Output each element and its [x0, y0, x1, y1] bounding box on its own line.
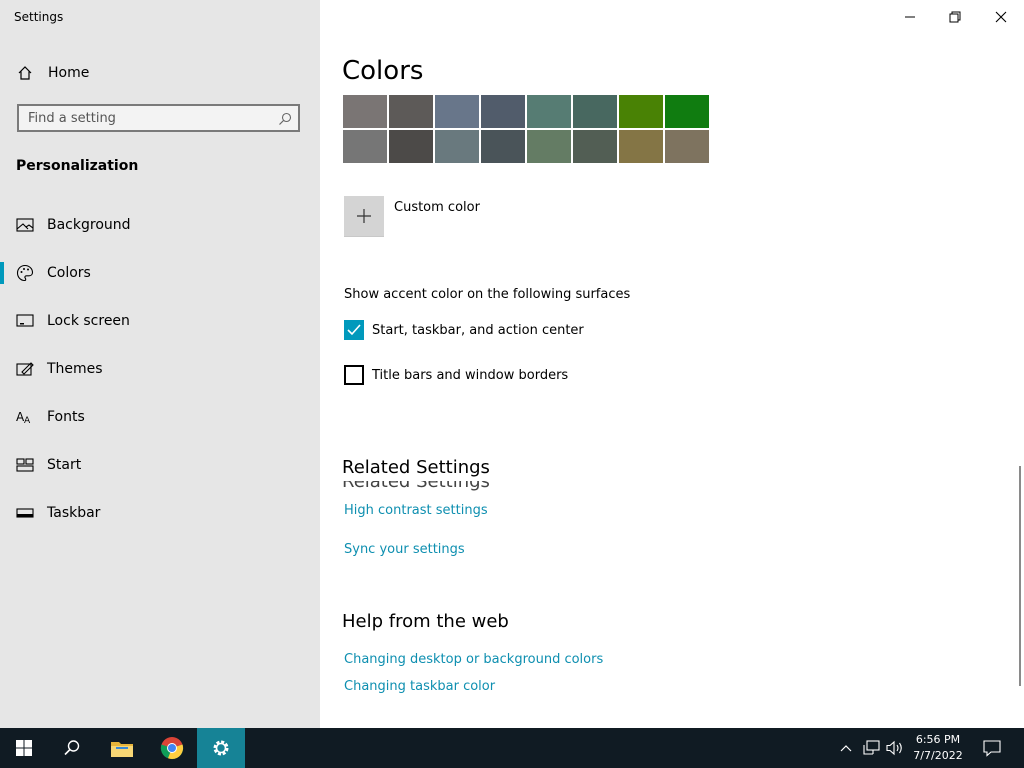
- minimize-icon: [905, 16, 915, 18]
- color-swatch[interactable]: [435, 130, 479, 163]
- link-changing-taskbar-color[interactable]: Changing taskbar color: [344, 679, 495, 694]
- color-swatch[interactable]: [527, 130, 571, 163]
- settings-icon: [213, 740, 229, 756]
- search-input[interactable]: [19, 106, 278, 130]
- sidebar-item-home[interactable]: Home: [0, 53, 320, 93]
- taskbar-chrome[interactable]: [148, 728, 196, 768]
- sidebar-item-fonts[interactable]: AA Fonts: [0, 397, 320, 437]
- checkbox-label: Start, taskbar, and action center: [372, 322, 584, 338]
- picture-icon: [16, 216, 34, 234]
- link-high-contrast[interactable]: High contrast settings: [344, 503, 488, 518]
- color-swatch[interactable]: [573, 95, 617, 128]
- taskbar-clock[interactable]: 6:56 PM 7/7/2022: [902, 732, 974, 764]
- tray-overflow-chevron[interactable]: [838, 728, 854, 768]
- home-icon: [16, 64, 34, 82]
- color-swatch[interactable]: [573, 130, 617, 163]
- color-swatch[interactable]: [619, 95, 663, 128]
- plus-icon: [357, 209, 371, 223]
- search-icon: [64, 740, 80, 756]
- color-swatch[interactable]: [619, 130, 663, 163]
- sidebar-item-label: Colors: [47, 265, 91, 281]
- section-title: Personalization: [16, 158, 139, 174]
- sidebar-item-start[interactable]: Start: [0, 445, 320, 485]
- help-heading: Help from the web: [342, 611, 509, 632]
- sidebar-item-lock-screen[interactable]: Lock screen: [0, 301, 320, 341]
- color-swatch[interactable]: [389, 95, 433, 128]
- taskbar-search-button[interactable]: [48, 728, 96, 768]
- windows-logo-icon: [16, 740, 32, 756]
- color-swatch[interactable]: [389, 130, 433, 163]
- checkbox-label: Title bars and window borders: [372, 367, 569, 383]
- clock-date: 7/7/2022: [913, 749, 963, 762]
- restore-icon: [949, 11, 961, 23]
- color-swatch-grid: [343, 95, 711, 175]
- taskbar-settings[interactable]: [197, 728, 245, 768]
- checkbox-checked[interactable]: [344, 320, 364, 340]
- sidebar-item-label: Start: [47, 457, 82, 473]
- svg-text:A: A: [24, 416, 31, 425]
- sidebar-item-label: Themes: [47, 361, 103, 377]
- color-swatch[interactable]: [343, 95, 387, 128]
- start-icon: [16, 456, 34, 474]
- related-settings-heading: Related Settings: [342, 457, 490, 478]
- chevron-up-icon: [840, 745, 852, 752]
- sidebar-item-background[interactable]: Background: [0, 205, 320, 245]
- sidebar: Settings Home Personalization Background…: [0, 0, 320, 728]
- app-title: Settings: [14, 10, 64, 24]
- clock-time: 6:56 PM: [915, 733, 961, 746]
- sidebar-item-label: Home: [48, 65, 90, 81]
- checkbox-start-taskbar[interactable]: Start, taskbar, and action center: [344, 319, 584, 341]
- restore-button[interactable]: [932, 4, 978, 30]
- sidebar-item-label: Taskbar: [47, 505, 101, 521]
- sidebar-item-taskbar[interactable]: Taskbar: [0, 493, 320, 533]
- link-changing-desktop-colors[interactable]: Changing desktop or background colors: [344, 652, 603, 667]
- color-swatch[interactable]: [481, 130, 525, 163]
- network-icon: [863, 740, 880, 755]
- custom-color-button[interactable]: [344, 196, 384, 236]
- scrollbar[interactable]: [1019, 466, 1021, 686]
- taskbar-file-explorer[interactable]: [98, 728, 146, 768]
- sidebar-item-label: Lock screen: [47, 313, 130, 329]
- color-swatch[interactable]: [481, 95, 525, 128]
- checkmark-icon: [347, 324, 361, 336]
- file-explorer-icon: [111, 742, 133, 757]
- sidebar-item-label: Background: [47, 217, 131, 233]
- color-swatch[interactable]: [435, 95, 479, 128]
- sidebar-item-colors[interactable]: Colors: [0, 253, 320, 293]
- search-box: [17, 104, 300, 132]
- close-button[interactable]: [978, 4, 1024, 30]
- taskbar-icon: [16, 504, 34, 522]
- action-center-button[interactable]: [980, 728, 1004, 768]
- color-swatch[interactable]: [665, 130, 709, 163]
- lock-screen-icon: [16, 312, 34, 330]
- color-swatch[interactable]: [665, 95, 709, 128]
- search-icon[interactable]: [278, 111, 292, 130]
- fonts-icon: AA: [16, 408, 34, 426]
- link-sync-settings[interactable]: Sync your settings: [344, 542, 465, 557]
- taskbar: 6:56 PM 7/7/2022: [0, 728, 1024, 768]
- page-title: Colors: [342, 56, 424, 86]
- sidebar-item-themes[interactable]: Themes: [0, 349, 320, 389]
- checkbox-unchecked[interactable]: [344, 365, 364, 385]
- tray-network[interactable]: [862, 728, 882, 768]
- color-swatch[interactable]: [527, 95, 571, 128]
- surfaces-label: Show accent color on the following surfa…: [344, 287, 631, 302]
- related-settings-ghost-heading: Related Settings: [342, 481, 490, 491]
- minimize-button[interactable]: [887, 4, 933, 30]
- themes-icon: [16, 360, 34, 378]
- notification-icon: [983, 740, 1001, 757]
- sidebar-item-label: Fonts: [47, 409, 85, 425]
- taskbar-start-button[interactable]: [0, 728, 48, 768]
- close-icon: [995, 11, 1007, 23]
- custom-color-label[interactable]: Custom color: [394, 200, 480, 215]
- checkbox-title-bars[interactable]: Title bars and window borders: [344, 364, 568, 386]
- chrome-icon: [160, 737, 184, 760]
- color-swatch[interactable]: [343, 130, 387, 163]
- palette-icon: [16, 264, 34, 282]
